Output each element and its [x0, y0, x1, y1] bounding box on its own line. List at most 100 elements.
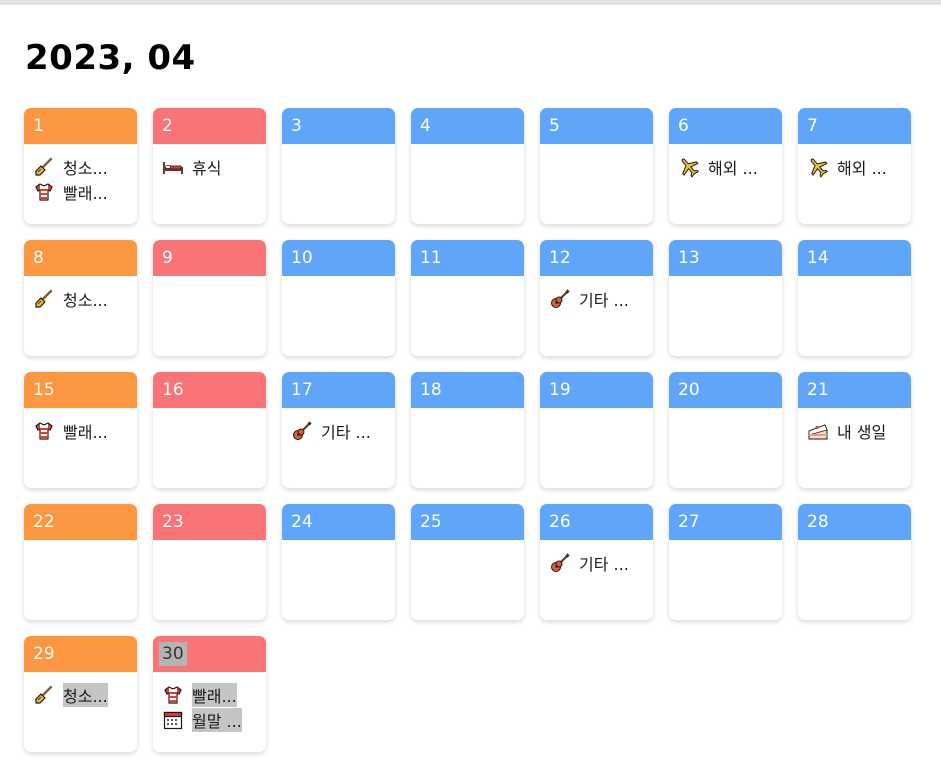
event-label: 청소... — [63, 290, 108, 310]
event-item[interactable]: 해외 ... — [807, 154, 905, 179]
day-card[interactable]: 16 — [153, 372, 266, 488]
airplane-icon — [678, 156, 700, 178]
day-card[interactable]: 4 — [411, 108, 524, 224]
day-card[interactable]: 5 — [540, 108, 653, 224]
event-item[interactable]: 청소... — [33, 154, 131, 179]
day-header: 15 — [24, 372, 137, 408]
day-events: 청소... 빨래... — [24, 144, 137, 204]
shirt-icon — [33, 420, 55, 442]
shirt-icon — [33, 181, 55, 203]
page-title: 2023, 04 — [25, 38, 196, 78]
event-item[interactable]: 월말 ... — [162, 707, 260, 732]
event-label: 기타 ... — [579, 554, 629, 574]
day-number: 20 — [678, 380, 700, 400]
day-events — [282, 144, 395, 154]
day-header: 23 — [153, 504, 266, 540]
day-number: 1 — [33, 116, 44, 136]
guitar-icon — [549, 288, 571, 310]
day-header: 24 — [282, 504, 395, 540]
day-events — [282, 276, 395, 286]
day-number: 23 — [162, 512, 184, 532]
day-events: 빨래... 월말 ... — [153, 672, 266, 732]
day-card[interactable]: 13 — [669, 240, 782, 356]
day-number: 11 — [420, 248, 442, 268]
day-card[interactable]: 27 — [669, 504, 782, 620]
day-number: 5 — [549, 116, 560, 136]
day-card[interactable]: 14 — [798, 240, 911, 356]
day-card[interactable]: 29 청소... — [24, 636, 137, 752]
day-card[interactable]: 1 청소... 빨래... — [24, 108, 137, 224]
event-item[interactable]: 청소... — [33, 286, 131, 311]
day-card[interactable]: 7 해외 ... — [798, 108, 911, 224]
day-header: 18 — [411, 372, 524, 408]
day-card[interactable]: 25 — [411, 504, 524, 620]
day-header: 12 — [540, 240, 653, 276]
day-number: 30 — [159, 642, 187, 666]
event-item[interactable]: 기타 ... — [549, 286, 647, 311]
day-card[interactable]: 8 청소... — [24, 240, 137, 356]
day-card[interactable]: 3 — [282, 108, 395, 224]
day-card[interactable]: 18 — [411, 372, 524, 488]
day-events — [540, 408, 653, 418]
day-header: 26 — [540, 504, 653, 540]
day-events — [411, 144, 524, 154]
day-card[interactable]: 30 빨래... 월말 ... — [153, 636, 266, 752]
airplane-icon — [807, 156, 829, 178]
day-header: 16 — [153, 372, 266, 408]
day-card[interactable]: 21 내 생일 — [798, 372, 911, 488]
day-number: 12 — [549, 248, 571, 268]
day-header: 14 — [798, 240, 911, 276]
day-events: 기타 ... — [540, 276, 653, 311]
day-header: 20 — [669, 372, 782, 408]
event-item[interactable]: 빨래... — [33, 418, 131, 443]
day-card[interactable]: 23 — [153, 504, 266, 620]
event-item[interactable]: 기타 ... — [291, 418, 389, 443]
day-number: 6 — [678, 116, 689, 136]
day-card[interactable]: 28 — [798, 504, 911, 620]
day-number: 21 — [807, 380, 829, 400]
day-number: 19 — [549, 380, 571, 400]
event-item[interactable]: 휴식 — [162, 154, 260, 179]
day-header: 8 — [24, 240, 137, 276]
day-card[interactable]: 19 — [540, 372, 653, 488]
day-header: 11 — [411, 240, 524, 276]
day-card[interactable]: 10 — [282, 240, 395, 356]
day-events — [153, 540, 266, 550]
day-card[interactable]: 2 휴식 — [153, 108, 266, 224]
day-number: 9 — [162, 248, 173, 268]
day-header: 22 — [24, 504, 137, 540]
day-card[interactable]: 6 해외 ... — [669, 108, 782, 224]
event-item[interactable]: 빨래... — [33, 179, 131, 204]
day-card[interactable]: 22 — [24, 504, 137, 620]
day-card[interactable]: 12 기타 ... — [540, 240, 653, 356]
day-card[interactable]: 26 기타 ... — [540, 504, 653, 620]
day-card[interactable]: 20 — [669, 372, 782, 488]
day-header: 6 — [669, 108, 782, 144]
day-card[interactable]: 11 — [411, 240, 524, 356]
event-item[interactable]: 청소... — [33, 682, 131, 707]
day-header: 9 — [153, 240, 266, 276]
event-label: 빨래... — [192, 682, 237, 707]
event-item[interactable]: 기타 ... — [549, 550, 647, 575]
day-events — [669, 276, 782, 286]
event-item[interactable]: 해외 ... — [678, 154, 776, 179]
day-card[interactable]: 17 기타 ... — [282, 372, 395, 488]
day-number: 2 — [162, 116, 173, 136]
day-events — [411, 408, 524, 418]
day-events: 기타 ... — [540, 540, 653, 575]
day-events: 빨래... — [24, 408, 137, 443]
day-events — [669, 540, 782, 550]
event-label: 청소... — [63, 158, 108, 178]
day-card[interactable]: 15 빨래... — [24, 372, 137, 488]
day-number: 17 — [291, 380, 313, 400]
event-item[interactable]: 빨래... — [162, 682, 260, 707]
day-card[interactable]: 24 — [282, 504, 395, 620]
bed-icon — [162, 156, 184, 178]
day-number: 26 — [549, 512, 571, 532]
event-item[interactable]: 내 생일 — [807, 418, 905, 443]
day-number: 8 — [33, 248, 44, 268]
day-events: 청소... — [24, 672, 137, 707]
day-events: 기타 ... — [282, 408, 395, 443]
day-number: 10 — [291, 248, 313, 268]
day-card[interactable]: 9 — [153, 240, 266, 356]
